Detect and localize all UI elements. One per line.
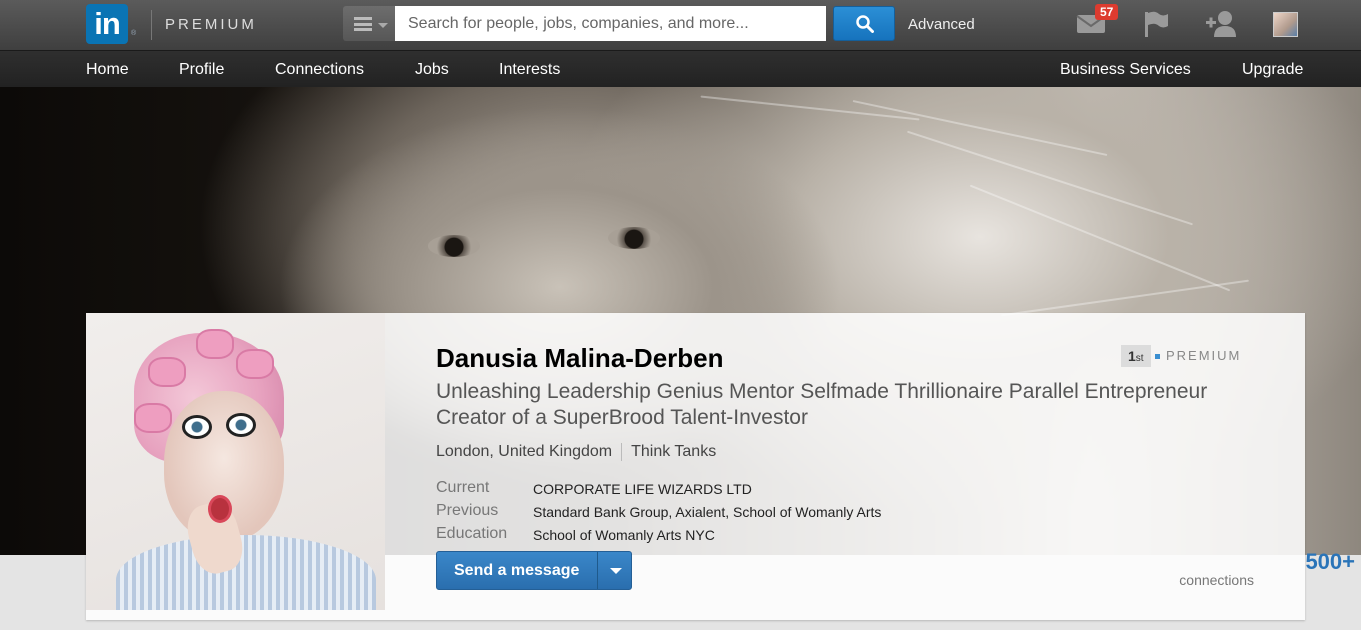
connections-label: connections	[1179, 572, 1254, 588]
premium-badge-label: PREMIUM	[1166, 348, 1242, 363]
add-connection-icon[interactable]	[1206, 10, 1238, 38]
nav-interests[interactable]: Interests	[499, 61, 560, 79]
degree-number: 1	[1128, 348, 1136, 364]
nav-jobs[interactable]: Jobs	[415, 61, 449, 79]
button-divider	[597, 552, 598, 589]
photo-roller	[196, 329, 234, 359]
profile-photo[interactable]	[86, 313, 385, 610]
meta-divider	[621, 443, 623, 461]
linkedin-logo[interactable]: in	[86, 4, 128, 44]
premium-square-icon	[1155, 354, 1160, 360]
profile-location-industry: London, United Kingdom Think Tanks	[436, 443, 716, 461]
flag-icon[interactable]	[1143, 10, 1169, 38]
profile-headline: Unleashing Leadership Genius Mentor Self…	[436, 380, 1208, 429]
menu-icon	[354, 17, 372, 31]
avatar[interactable]	[1273, 12, 1298, 37]
chevron-down-icon	[378, 23, 388, 28]
nav-business-services[interactable]: Business Services	[1060, 61, 1191, 79]
hair-streak	[852, 99, 1108, 157]
main-nav: Home Profile Connections Jobs Interests …	[0, 50, 1361, 87]
current-label: Current	[436, 479, 490, 496]
photo-eye	[182, 415, 212, 439]
premium-brand-label: PREMIUM	[165, 16, 257, 33]
photo-shirt	[116, 535, 376, 610]
logo-divider	[151, 10, 152, 40]
photo-eye	[226, 413, 256, 437]
registered-mark: ®	[131, 30, 137, 37]
previous-label: Previous	[436, 502, 499, 519]
search-input[interactable]	[395, 6, 826, 41]
nav-upgrade[interactable]: Upgrade	[1242, 61, 1303, 79]
top-bar: in ® PREMIUM Advanced 57	[0, 0, 1361, 50]
send-message-button[interactable]: Send a message	[436, 551, 632, 590]
profile-location[interactable]: London, United Kingdom	[436, 443, 612, 460]
profile-name: Danusia Malina-Derben	[436, 343, 724, 373]
banner-eye-right	[608, 227, 660, 249]
hair-streak	[969, 184, 1231, 292]
connection-degree-badge: 1st	[1121, 345, 1151, 367]
photo-roller	[236, 349, 274, 379]
search-category-dropdown[interactable]	[343, 6, 395, 41]
search-button[interactable]	[833, 6, 895, 41]
premium-badge: PREMIUM	[1155, 348, 1241, 363]
search-icon	[856, 15, 874, 33]
previous-value[interactable]: Standard Bank Group, Axialent, School of…	[533, 504, 881, 520]
degree-suffix: st	[1135, 353, 1144, 364]
photo-mouth	[208, 495, 232, 523]
nav-profile[interactable]: Profile	[179, 61, 224, 79]
banner-eye-left	[428, 235, 480, 257]
hair-streak	[907, 130, 1193, 226]
education-label: Education	[436, 525, 508, 542]
nav-connections[interactable]: Connections	[275, 61, 364, 79]
hair-streak	[1001, 279, 1249, 317]
advanced-search-link[interactable]: Advanced	[908, 16, 975, 33]
education-value[interactable]: School of Womanly Arts NYC	[533, 527, 715, 543]
inbox-count-badge[interactable]: 57	[1095, 4, 1119, 20]
profile-card: Danusia Malina-Derben 1st PREMIUM Unleas…	[86, 313, 1355, 620]
send-message-label: Send a message	[454, 562, 580, 579]
current-value[interactable]: CORPORATE LIFE WIZARDS LTD	[533, 481, 752, 497]
nav-home[interactable]: Home	[86, 61, 129, 79]
photo-roller	[148, 357, 186, 387]
photo-roller	[134, 403, 172, 433]
profile-industry[interactable]: Think Tanks	[631, 443, 716, 460]
chevron-down-icon[interactable]	[610, 568, 622, 574]
